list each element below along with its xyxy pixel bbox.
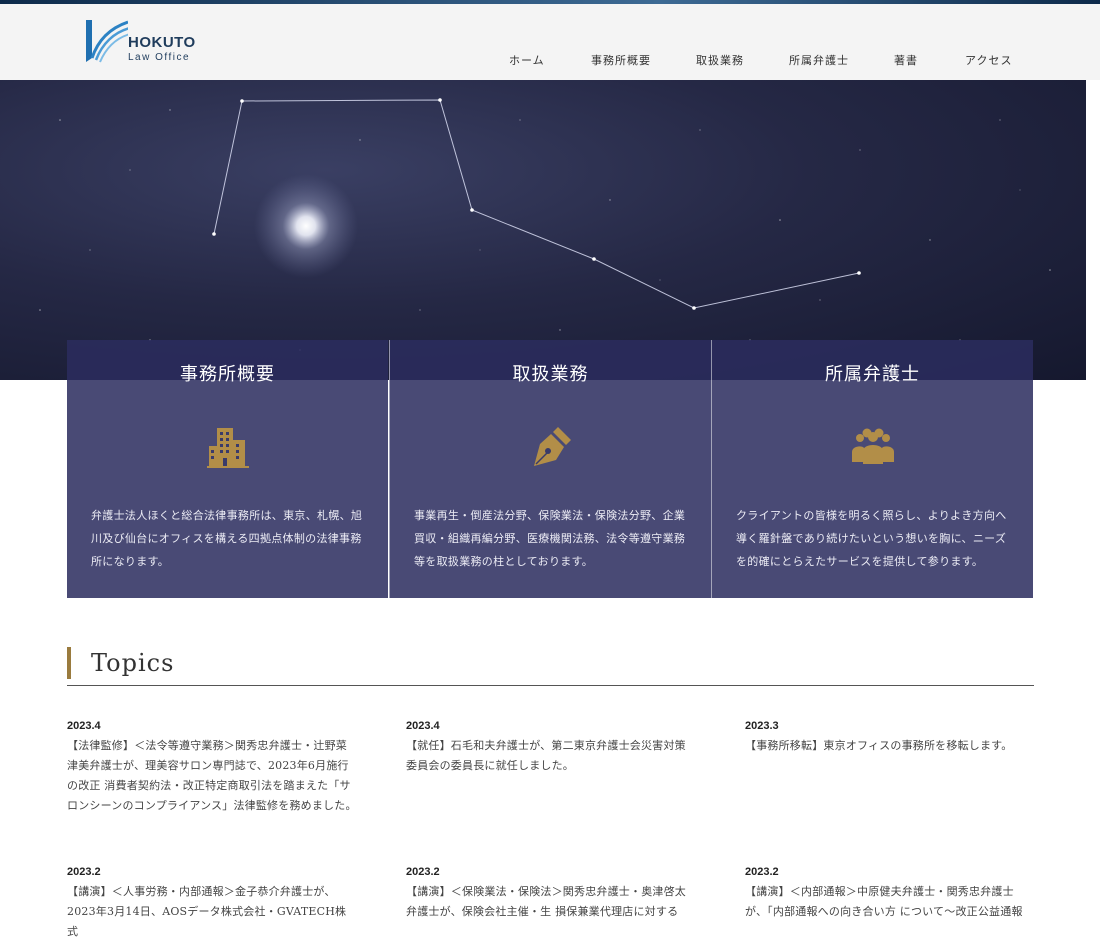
card-title: 事務所概要 (180, 364, 275, 385)
card-description: 弁護士法人ほくと総合法律事務所は、東京、札幌、旭川及び仙台にオフィスを構える四拠… (91, 509, 363, 568)
topic-date: 2023.2 (745, 866, 779, 878)
bright-star-glow (254, 174, 358, 278)
nav-home[interactable]: ホーム (509, 52, 545, 68)
topic-item[interactable]: 2023.4 【法律監修】＜法令等遵守業務＞関秀忠弁護士・辻野菜津美弁護士が、理… (67, 720, 357, 816)
topic-text[interactable]: 【講演】＜内部通報＞中原健夫弁護士・関秀忠弁護士が、「内部通報への向き合い方 に… (745, 882, 1035, 922)
topic-text[interactable]: 【講演】＜保険業法・保険法＞関秀忠弁護士・奥津啓太弁護士が、保険会社主催・生 損… (406, 882, 696, 922)
topic-date: 2023.2 (406, 866, 440, 878)
hero-night-sky (0, 80, 1086, 380)
topics-title: Topics (91, 649, 175, 677)
card-title: 所属弁護士 (825, 364, 920, 385)
topic-item[interactable]: 2023.3 【事務所移転】東京オフィスの事務所を移転します。 (745, 720, 1035, 756)
card-description: クライアントの皆様を明るく照らし、よりよき方向へ導く羅針盤であり続けたいという想… (736, 509, 1007, 568)
nav-attorneys[interactable]: 所属弁護士 (789, 52, 849, 68)
topic-text[interactable]: 【事務所移転】東京オフィスの事務所を移転します。 (745, 736, 1035, 756)
topic-text[interactable]: 【講演】＜人事労務・内部通報＞金子恭介弁護士が、2023年3月14日、AOSデー… (67, 882, 357, 942)
constellation-graphic (39, 98, 1051, 351)
nav-access[interactable]: アクセス (965, 52, 1012, 68)
nav-publications[interactable]: 著書 (894, 52, 918, 68)
topic-date: 2023.4 (67, 720, 101, 732)
topic-text[interactable]: 【法律監修】＜法令等遵守業務＞関秀忠弁護士・辻野菜津美弁護士が、理美容サロン専門… (67, 736, 357, 816)
card-attorneys[interactable]: 所属弁護士 クライアントの皆様を明るく照らし、よりよき方向へ導く羅針盤であり続け… (711, 340, 1033, 598)
card-practice-areas[interactable]: 取扱業務 事業再生・倒産法分野、保険業法・保険法分野、企業買収・組織再編分野、医… (389, 340, 711, 598)
topic-text[interactable]: 【就任】石毛和夫弁護士が、第二東京弁護士会災害対策委員会の委員長に就任しました。 (406, 736, 696, 776)
logo-name: HOKUTO (128, 34, 196, 51)
nav-practice-areas[interactable]: 取扱業務 (696, 52, 744, 68)
topics-accent-bar (67, 647, 71, 679)
topic-date: 2023.3 (745, 720, 779, 732)
topic-item[interactable]: 2023.2 【講演】＜保険業法・保険法＞関秀忠弁護士・奥津啓太弁護士が、保険会… (406, 866, 696, 922)
people-group-icon (852, 428, 894, 464)
nav-office-overview[interactable]: 事務所概要 (591, 52, 651, 68)
topic-date: 2023.2 (67, 866, 101, 878)
topic-date: 2023.4 (406, 720, 440, 732)
main-nav: ホーム 事務所概要 取扱業務 所属弁護士 著書 アクセス (0, 52, 1100, 72)
building-icon (207, 428, 249, 468)
service-cards: 事務所概要 弁護士法人ほくと総合法律事務所は、東京、札幌、旭川及び仙台にオフィス… (67, 340, 1034, 598)
pen-nib-icon (534, 427, 571, 466)
site-header: HOKUTO Law Office ホーム 事務所概要 取扱業務 所属弁護士 著… (0, 4, 1100, 80)
card-description: 事業再生・倒産法分野、保険業法・保険法分野、企業買収・組織再編分野、医療機関法務… (414, 509, 686, 568)
card-office-overview[interactable]: 事務所概要 弁護士法人ほくと総合法律事務所は、東京、札幌、旭川及び仙台にオフィス… (67, 340, 388, 598)
topic-item[interactable]: 2023.2 【講演】＜人事労務・内部通報＞金子恭介弁護士が、2023年3月14… (67, 866, 357, 942)
topic-item[interactable]: 2023.4 【就任】石毛和夫弁護士が、第二東京弁護士会災害対策委員会の委員長に… (406, 720, 696, 776)
topic-item[interactable]: 2023.2 【講演】＜内部通報＞中原健夫弁護士・関秀忠弁護士が、「内部通報への… (745, 866, 1035, 922)
topics-heading: Topics (67, 647, 1034, 686)
card-title: 取扱業務 (512, 364, 589, 385)
